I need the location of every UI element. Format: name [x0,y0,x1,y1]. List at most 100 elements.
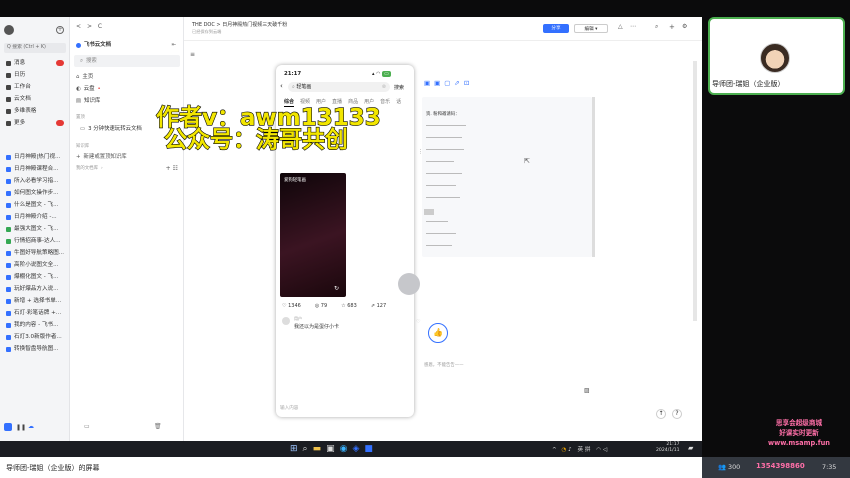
tablet-icon[interactable]: ▭ [84,423,90,430]
video-label: 爱狗轻笔画 [284,178,306,183]
app-logo-icon[interactable] [4,423,12,431]
recent-doc[interactable]: 转换智盘导航图... [0,343,70,355]
ime-indicator[interactable]: 英 拼 [578,447,591,453]
search-icon[interactable]: ⌕ [655,23,658,31]
nav-item-base[interactable]: 多维表格 [0,105,70,117]
doc-icon: ▭ [80,126,86,132]
feishu-icon[interactable]: ◈ [352,444,364,454]
trash-icon[interactable]: 🗑 [154,423,162,430]
phone-search-button[interactable]: 搜索 [394,84,404,91]
forward-button[interactable]: > [87,23,92,30]
pause-icon[interactable]: ❚❚ [16,424,26,431]
comment-stat[interactable]: ◎ 79 [315,303,327,309]
user-avatar[interactable] [4,25,14,35]
folder-icon[interactable]: ▬ [313,444,327,454]
loading-icon: ↻ [334,285,340,292]
settings-icon[interactable]: ⚙ [682,23,687,30]
share-stat[interactable]: ⇗ 127 [371,303,386,309]
star-stat[interactable]: ☆ 683 [341,303,357,309]
recent-doc[interactable]: 日月神殿课程合... [0,163,70,175]
nav-item-more[interactable]: 更多 [0,117,70,129]
bell-icon[interactable]: △ [618,23,623,30]
back-icon[interactable]: ‹ [280,82,283,90]
nav-item-calendar[interactable]: 日历 [0,69,70,81]
recent-doc[interactable]: 牛图好导航策略图... [0,247,70,259]
docs-item-cloud-drive[interactable]: ◐ 云盘 • [70,83,184,95]
recent-doc[interactable]: 高阶小说图文全... [0,259,70,271]
doc-icon [6,226,11,232]
recent-doc[interactable]: 爆棚化图文 - 飞... [0,271,70,283]
app-icon[interactable]: ■ [364,444,378,454]
tray-app-icon[interactable]: ◔ [561,447,566,453]
table-icon [6,108,11,114]
volume-icon[interactable]: ◁ [603,447,607,453]
add-icon[interactable]: + ☷ [166,163,178,175]
global-search[interactable]: Q 搜索 (Ctrl + K) [4,43,66,53]
doc-icon [6,250,11,256]
scroll-top-button[interactable]: ↑ [656,409,666,419]
nav-item-workspace[interactable]: 工作台 [0,81,70,93]
filter-icon[interactable]: ⋮ [418,149,423,155]
recent-doc[interactable]: 石灯·彩笔话牌 +... [0,307,70,319]
clock[interactable]: 21:17 2024/1/11 [656,442,680,454]
chat-icon[interactable]: ▣ [326,444,340,454]
recent-doc[interactable]: 我的内容 - 飞书... [0,319,70,331]
nav-item-docs[interactable]: 云文档 [0,93,70,105]
share-button[interactable]: 分享 [543,24,569,33]
commenter-avatar[interactable] [282,317,290,325]
network-icon[interactable]: ◠ [596,447,601,453]
recent-doc[interactable]: 新增 + 选择书单... [0,295,70,307]
heart-icon: ♡ [282,303,287,309]
cloud-icon[interactable]: ☁ [28,423,34,430]
clear-icon[interactable]: ⊗ [382,82,386,92]
code-scrollbar[interactable] [592,97,595,257]
page-scrollbar[interactable] [693,61,697,321]
refresh-button[interactable]: C [98,23,102,30]
recent-doc[interactable]: 如何图文操作步... [0,187,70,199]
like-button[interactable]: 👍 [428,323,448,343]
presenter-avatar[interactable] [760,43,790,73]
browser-icon[interactable]: ◉ [340,444,353,454]
recent-doc[interactable]: 行情招商事-达人... [0,235,70,247]
phone-search-input[interactable]: ⌕ 轻笔画 ⊗ [288,82,390,92]
viewer-count[interactable]: 👥 300 [718,463,740,471]
doc-icon [6,346,11,352]
breadcrumb[interactable]: THE DOC > 日月神殿热门视频三天破千粉 [192,21,287,28]
like-stat[interactable]: ♡ 1346 [282,303,301,309]
recent-doc[interactable]: 日月神殿介绍 -... [0,211,70,223]
add-icon[interactable]: + [56,26,64,34]
commenter-name: 用户 [294,316,302,321]
section-my-docs[interactable]: 我的文档库 › + ☷ [70,163,184,175]
recent-doc[interactable]: 什么是图文 - 飞... [0,199,70,211]
mic-icon[interactable]: ♪ [568,447,572,453]
docs-item-home[interactable]: ⌂ 主页 [70,71,184,83]
tray-expand-icon[interactable]: ^ [552,447,557,453]
phone-input[interactable]: 输入内容 [280,405,298,411]
docs-search[interactable]: ⌕ 搜索 [74,55,180,67]
help-button[interactable]: ? [672,409,682,419]
outline-icon[interactable]: ≡ [190,51,195,58]
recent-doc[interactable]: 最强大图文 - 飞... [0,223,70,235]
doc-icon [6,178,11,184]
image-icon[interactable]: ▨ [584,387,590,394]
doc-format-toolbar[interactable]: ▣▣▢⬀⊡ [424,79,473,87]
comment-like-icon[interactable]: ♡ [416,319,420,325]
more-icon[interactable]: ⋯ [630,23,636,30]
video-thumbnail[interactable]: 爱狗轻笔画 ↻ [280,173,346,297]
search-icon[interactable]: ⌕ [303,444,313,454]
tab-音乐[interactable]: 音乐 [380,97,390,107]
recent-doc[interactable]: 所入必看学习指... [0,175,70,187]
edit-mode-button[interactable]: 编辑 ▾ [574,24,608,33]
notification-icon[interactable]: ▰ [688,444,693,452]
tab-话[interactable]: 话 [396,97,401,107]
start-icon[interactable]: ⊞ [290,444,303,454]
recent-doc[interactable]: 日月神殿|热门视... [0,151,70,163]
plus-icon[interactable]: + [669,23,675,31]
viewer-bar: 👥 300 1354398860 7:35 [702,457,850,478]
recent-doc[interactable]: 石灯3.0新版作者... [0,331,70,343]
floating-button[interactable] [398,273,420,295]
recent-doc[interactable]: 玩好爆品方入说... [0,283,70,295]
collapse-icon[interactable]: ⇤ [171,39,176,51]
nav-item-messages[interactable]: 消息 [0,57,70,69]
back-button[interactable]: < [76,23,81,30]
